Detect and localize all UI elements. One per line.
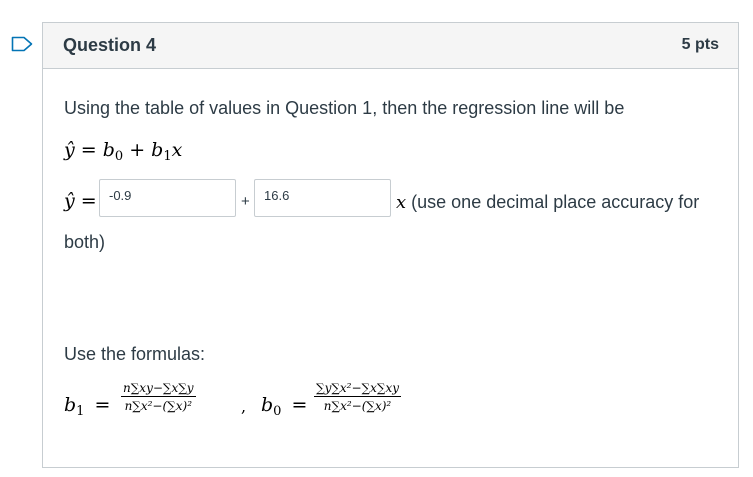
- question-points: 5 pts: [681, 36, 719, 53]
- b1-fraction: n∑xy−∑x∑y n∑x²−(∑x)²: [121, 381, 196, 413]
- b1-answer-input[interactable]: 16.6: [254, 179, 391, 217]
- question-prompt: Using the table of values in Question 1,…: [64, 98, 625, 118]
- b0-fraction: ∑y∑x²−∑x∑xy n∑x²−(∑x)²: [314, 381, 401, 413]
- equation-lhs: ŷ = b: [64, 139, 115, 161]
- b1-numerator: n∑xy−∑x∑y: [121, 381, 196, 397]
- question-header: Question 4 5 pts: [43, 23, 738, 69]
- question-title: Question 4: [63, 35, 157, 55]
- b0-denominator: n∑x²−(∑x)²: [323, 399, 392, 413]
- formulas-block: b1 = n∑xy−∑x∑y n∑x²−(∑x)² , b0 = ∑y∑x²−∑x∑…: [61, 381, 481, 431]
- plus-sign: +: [241, 193, 250, 210]
- equation-sub0: 0: [114, 149, 124, 164]
- b0-answer-input[interactable]: -0.9: [99, 179, 236, 217]
- b1-formula-lhs: b1 =: [64, 394, 111, 419]
- question-card: Question 4 5 pts Using the table of valu…: [42, 22, 739, 468]
- regression-equation: ŷ = b0 + b1x: [64, 139, 182, 164]
- flag-question-icon[interactable]: [11, 36, 33, 52]
- answer-yhat-label: ŷ =: [64, 190, 97, 212]
- answer-instruction: x (use one decimal place accuracy for: [396, 192, 699, 213]
- b0-numerator: ∑y∑x²−∑x∑xy: [314, 381, 401, 397]
- instruction-line1: (use one decimal place accuracy for: [406, 192, 700, 212]
- equation-mid: + b: [123, 139, 164, 161]
- instruction-line2: both): [64, 232, 106, 252]
- b0-formula-lhs: b0 =: [261, 394, 308, 419]
- x-symbol: x: [396, 192, 407, 213]
- formula-comma: ,: [241, 397, 247, 416]
- equation-rhs: x: [171, 139, 183, 161]
- equation-sub1: 1: [163, 149, 172, 164]
- formulas-heading: Use the formulas:: [64, 344, 206, 364]
- b1-denominator: n∑x²−(∑x)²: [124, 399, 192, 413]
